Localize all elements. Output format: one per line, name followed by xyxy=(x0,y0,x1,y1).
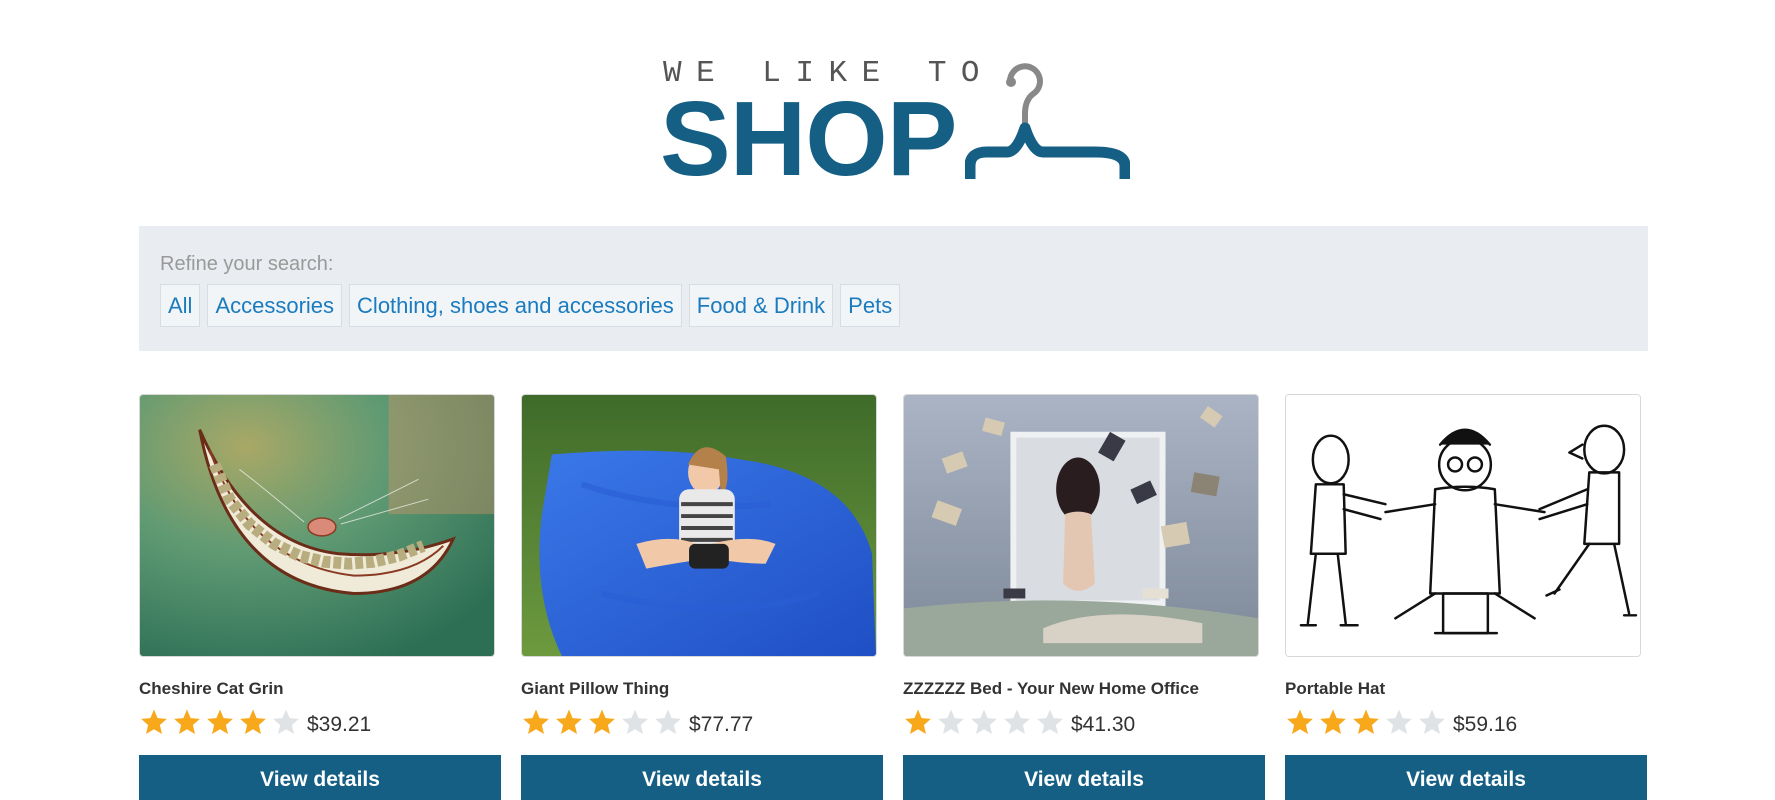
star-empty-icon xyxy=(622,709,648,734)
giant-pillow-image xyxy=(522,395,876,656)
filter-pets[interactable]: Pets xyxy=(840,284,901,327)
cheshire-cat-grin-image xyxy=(140,395,494,656)
star-filled-icon xyxy=(1320,709,1346,734)
product-price: $59.16 xyxy=(1453,713,1518,736)
filter-all[interactable]: All xyxy=(160,284,201,327)
product-rating: $41.30 xyxy=(903,705,1135,739)
star-empty-icon xyxy=(655,709,681,734)
product-card: Portable Hat $59.16 View details xyxy=(1285,394,1647,800)
star-filled-icon xyxy=(240,709,266,734)
logo-wordmark: SHOP xyxy=(660,80,957,198)
star-empty-icon xyxy=(1386,709,1412,734)
star-filled-icon xyxy=(905,709,931,734)
filter-food-drink[interactable]: Food & Drink xyxy=(688,284,834,327)
view-details-button[interactable]: View details xyxy=(139,755,501,800)
star-empty-icon xyxy=(273,709,299,734)
product-card: Giant Pillow Thing $77.77 View details xyxy=(521,394,883,800)
product-price: $77.77 xyxy=(689,713,754,736)
product-name[interactable]: ZZZZZZ Bed - Your New Home Office xyxy=(903,679,1199,699)
product-card: Cheshire Cat Grin $39.21 View details xyxy=(139,394,501,800)
product-rating: $39.21 xyxy=(139,705,371,739)
hanger-icon xyxy=(965,63,1130,179)
view-details-button[interactable]: View details xyxy=(903,755,1265,800)
product-card: ZZZZZZ Bed - Your New Home Office $41.30… xyxy=(903,394,1265,800)
product-name[interactable]: Portable Hat xyxy=(1285,679,1385,699)
star-filled-icon xyxy=(174,709,200,734)
star-empty-icon xyxy=(938,709,964,734)
star-empty-icon xyxy=(971,709,997,734)
product-grid: Cheshire Cat Grin $39.21 View details Gi… xyxy=(139,394,1648,800)
site-logo[interactable]: WE LIKE TO SHOP xyxy=(660,50,1130,192)
category-filter-list: All Accessories Clothing, shoes and acce… xyxy=(160,284,901,327)
product-name[interactable]: Cheshire Cat Grin xyxy=(139,679,284,699)
product-image[interactable] xyxy=(139,394,495,657)
star-filled-icon xyxy=(141,709,167,734)
view-details-button[interactable]: View details xyxy=(521,755,883,800)
portable-hat-sketch-image xyxy=(1286,395,1640,656)
star-filled-icon xyxy=(1353,709,1379,734)
product-price: $41.30 xyxy=(1071,713,1136,736)
star-filled-icon xyxy=(589,709,615,734)
product-price: $39.21 xyxy=(307,713,372,736)
view-details-button[interactable]: View details xyxy=(1285,755,1647,800)
star-filled-icon xyxy=(556,709,582,734)
bed-floating-books-image xyxy=(904,395,1258,656)
product-image[interactable] xyxy=(521,394,877,657)
star-empty-icon xyxy=(1037,709,1063,734)
star-filled-icon xyxy=(1287,709,1313,734)
star-empty-icon xyxy=(1004,709,1030,734)
product-image[interactable] xyxy=(903,394,1259,657)
star-empty-icon xyxy=(1419,709,1445,734)
product-image[interactable] xyxy=(1285,394,1641,657)
star-filled-icon xyxy=(523,709,549,734)
star-filled-icon xyxy=(207,709,233,734)
filter-label: Refine your search: xyxy=(160,253,334,275)
product-name[interactable]: Giant Pillow Thing xyxy=(521,679,669,699)
product-rating: $77.77 xyxy=(521,705,753,739)
filter-clothing[interactable]: Clothing, shoes and accessories xyxy=(349,284,682,327)
search-filter-panel: Refine your search: All Accessories Clot… xyxy=(139,226,1648,351)
product-rating: $59.16 xyxy=(1285,705,1517,739)
filter-accessories[interactable]: Accessories xyxy=(207,284,343,327)
